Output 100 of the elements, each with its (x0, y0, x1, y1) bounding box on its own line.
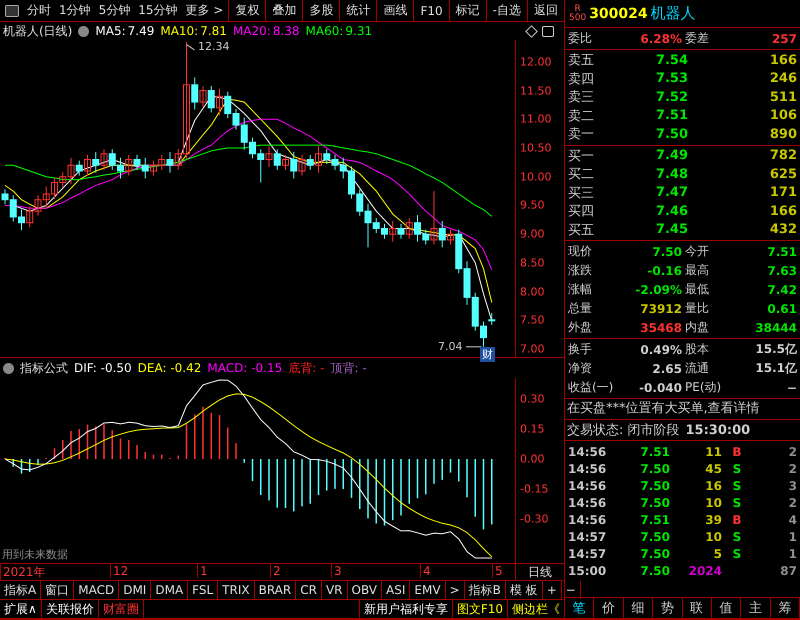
price-axis-label: 10.00 (520, 170, 552, 184)
indicator-tab[interactable]: 指标B (464, 581, 506, 599)
detail-tab[interactable]: 筹 (770, 598, 800, 618)
tick-count: 2 (788, 444, 797, 458)
indicator-tab[interactable]: 窗口 (41, 581, 74, 599)
period-tab[interactable]: 5分钟 (94, 0, 134, 21)
indicator-tab[interactable]: 指标A (0, 581, 42, 599)
ma-label: MA5: (95, 24, 126, 38)
price-axis-label: 7.50 (520, 314, 544, 327)
order-price: 7.52 (654, 90, 688, 105)
quote-label: 股本 (684, 341, 710, 358)
order-price: 7.54 (654, 52, 688, 68)
detail-tab[interactable]: 笔 (565, 598, 594, 618)
tick-side: S (732, 530, 742, 544)
indicator-tab[interactable]: OBV (348, 581, 382, 599)
finance-badge[interactable]: 财 (480, 347, 495, 362)
indicator-tab[interactable]: − (562, 581, 581, 599)
tick-side: B (731, 444, 743, 458)
indicator-tab[interactable]: DMI (119, 581, 152, 599)
date-axis-label: 4 (420, 564, 431, 578)
toolbar-button[interactable]: F10 (413, 0, 449, 21)
order-volume: 625 (768, 166, 797, 182)
bottom-bar-button[interactable]: 财富圈 (98, 600, 143, 618)
bottom-bar-button[interactable]: 图文F10 (452, 600, 507, 618)
order-price: 7.53 (654, 71, 688, 86)
indicator-value: DIF: -0.50 (74, 361, 132, 375)
detail-tab[interactable]: 势 (653, 598, 682, 618)
indicator-tab[interactable]: TRIX (218, 581, 255, 599)
quote-label: 现价 (568, 243, 593, 260)
ma-value: 7.81 (200, 24, 227, 38)
detail-tab[interactable]: 值 (712, 598, 742, 618)
detail-tab[interactable]: 联 (682, 598, 712, 618)
toolbar-button[interactable]: 画线 (376, 0, 414, 21)
toolbar-button[interactable]: 返回 (527, 0, 564, 21)
quote-label: 内盘 (684, 319, 710, 336)
tick-price: 7.50 (639, 564, 670, 578)
toolbar-button[interactable]: 叠加 (265, 0, 302, 21)
tick-time: 14:56 (568, 496, 608, 510)
ma-value: 8.38 (272, 24, 300, 38)
period-tab[interactable]: 1分钟 (55, 0, 95, 21)
price-axis-label: 12.00 (520, 55, 552, 68)
stock-name: 机器人 (650, 4, 696, 23)
indicator-tab[interactable]: BRAR (254, 581, 296, 599)
indicator-tab[interactable]: 模 板 (506, 581, 543, 599)
quote-label: 量比 (684, 300, 710, 317)
order-price: 7.48 (654, 166, 688, 182)
toolbar-button[interactable]: 复权 (228, 0, 266, 21)
window-icon[interactable] (5, 5, 19, 17)
price-axis-label: 8.50 (520, 256, 544, 270)
indicator-tab[interactable]: EMV (410, 581, 446, 599)
toolbar-button[interactable]: -自选 (486, 0, 527, 21)
tick-volume: 5 (712, 546, 722, 560)
quote-value: 7.63 (766, 264, 797, 278)
quote-value: 15.1亿 (754, 360, 797, 377)
toolbar-button[interactable]: 多股 (302, 0, 340, 21)
indicator-tab[interactable]: ASI (382, 581, 410, 599)
period-tab[interactable]: 更多 > (182, 0, 228, 21)
indicator-tab[interactable]: + (542, 581, 562, 599)
chart-title: 机器人(日线) (3, 22, 72, 40)
tick-count: 1 (788, 530, 797, 544)
leader-line (186, 44, 195, 50)
quote-value: − (786, 380, 797, 394)
indicator-tab[interactable]: CR (296, 581, 322, 599)
quote-value: 0.61 (766, 302, 797, 316)
tick-volume: 11 (704, 444, 722, 458)
tick-time: 14:56 (568, 478, 608, 492)
quote-value: 7.50 (651, 244, 682, 258)
toolbar-button[interactable]: 统计 (339, 0, 376, 21)
dropdown-icon[interactable] (3, 362, 14, 374)
period-tab[interactable]: 分时 (23, 0, 55, 21)
detail-tab[interactable]: 主 (741, 598, 771, 618)
tick-time: 15:00 (568, 564, 608, 578)
quote-value: 2.65 (651, 362, 682, 376)
tick-price: 7.50 (639, 496, 670, 510)
order-level-label: 卖三 (568, 89, 595, 106)
tick-time: 14:57 (568, 546, 608, 560)
macd-axis-label: 0.00 (520, 452, 544, 466)
market-label: R 500 (569, 4, 586, 22)
trading-status: 交易状态: 闭市阶段 (567, 422, 680, 439)
indicator-tab[interactable]: DMA (151, 581, 188, 599)
order-price: 7.45 (654, 222, 688, 238)
dropdown-icon[interactable] (78, 26, 90, 36)
quote-label: 流通 (684, 360, 710, 377)
tick-price: 7.50 (639, 478, 670, 492)
bottom-bar-button[interactable]: 关联报价 (42, 600, 98, 618)
bottom-bar-button[interactable]: 侧边栏《 (508, 600, 564, 618)
window-icon[interactable] (542, 26, 554, 36)
bottom-bar-button[interactable]: 新用户福利专享 (360, 600, 452, 618)
detail-tab[interactable]: 细 (624, 598, 654, 618)
indicator-tab[interactable]: VR (322, 581, 348, 599)
detail-tab[interactable]: 价 (594, 598, 624, 618)
bottom-bar-button[interactable]: 扩展∧ (0, 600, 41, 618)
indicator-tab[interactable]: MACD (74, 581, 120, 599)
alert-message[interactable]: 在买盘***位置有大买单,查看详情 (565, 399, 800, 420)
toolbar-button[interactable]: 标记 (448, 0, 486, 21)
price-axis-label: 7.00 (520, 342, 544, 356)
indicator-tab[interactable]: FSL (188, 581, 218, 599)
indicator-tab[interactable]: > (446, 581, 465, 599)
order-level-label: 卖五 (568, 52, 595, 70)
period-tab[interactable]: 15分钟 (134, 0, 182, 21)
